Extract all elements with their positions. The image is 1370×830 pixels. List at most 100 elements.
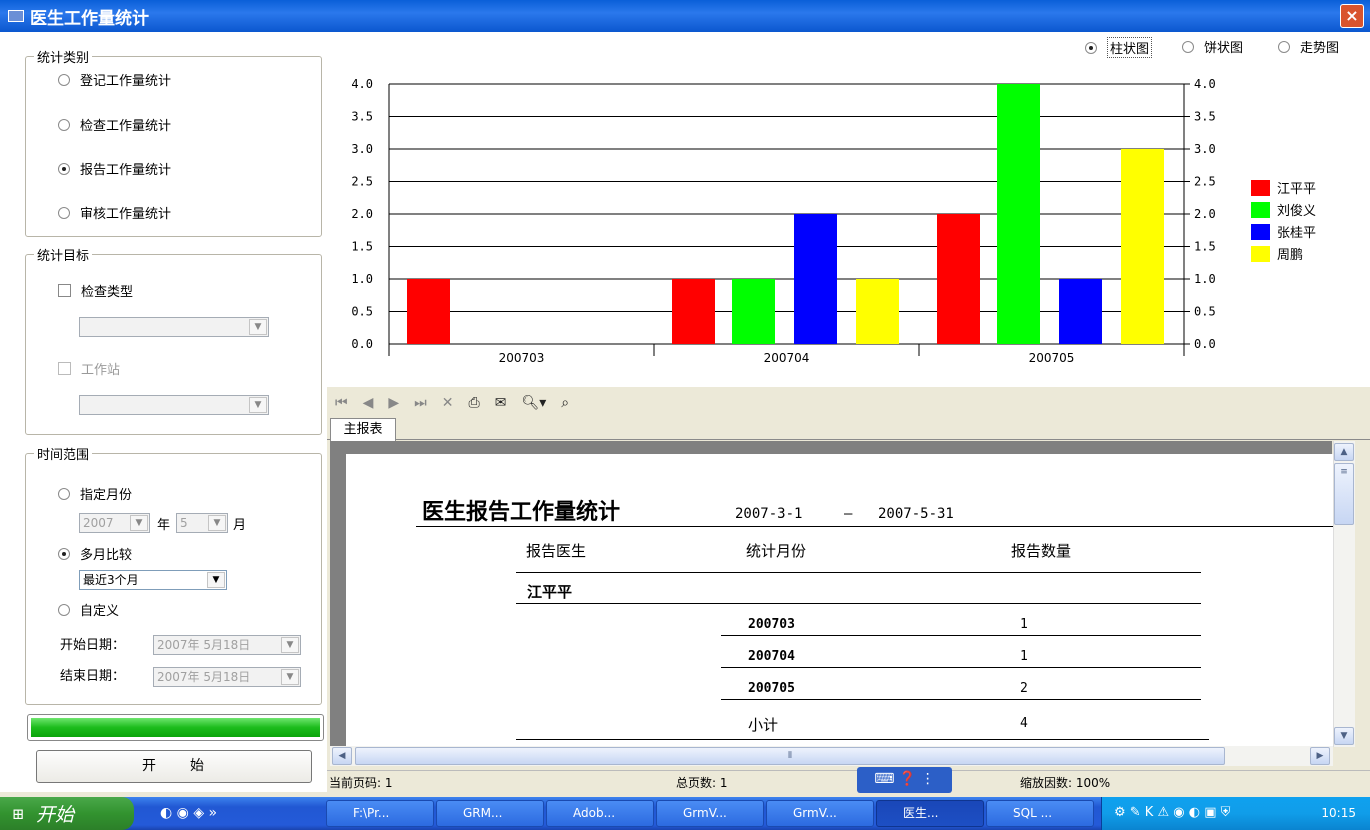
task-grmv-2[interactable]: GrmV... — [766, 800, 874, 827]
start-menu-button[interactable]: ⊞ 开始 — [0, 797, 134, 830]
scroll-thumb[interactable]: ≡ — [1334, 463, 1354, 525]
chevron-down-icon[interactable]: ▼ — [249, 319, 267, 335]
task-adobe[interactable]: Adob... — [546, 800, 654, 827]
print-icon[interactable]: ⎙ — [469, 395, 480, 411]
radio-selected-icon — [1085, 41, 1097, 54]
hscroll-thumb[interactable]: ⦀ — [355, 747, 1225, 765]
y-tick-label-right: 3.5 — [1194, 110, 1216, 124]
quick-launch-icons[interactable]: ◐ ◉ ◈ » — [160, 805, 217, 821]
end-date-value: 2007年 5月18日 — [157, 670, 251, 684]
exam-type-select[interactable]: ▼ — [79, 317, 269, 337]
last-page-icon[interactable]: ⏭ — [414, 395, 427, 411]
end-date-picker[interactable]: 2007年 5月18日 ▼ — [153, 667, 301, 687]
y-tick-label-right: 1.5 — [1194, 240, 1216, 254]
export-icon[interactable]: ✉ — [495, 395, 507, 411]
chevron-down-icon[interactable]: ▼ — [249, 397, 267, 413]
month-unit-label: 月 — [233, 518, 247, 533]
report-vertical-scrollbar[interactable]: ▲ ≡ ▼ — [1333, 441, 1355, 747]
report-tabstrip: 主报表 — [327, 416, 1370, 441]
scroll-down-icon[interactable]: ▼ — [1334, 727, 1354, 745]
workstation-label: 工作站 — [81, 363, 121, 378]
start-button[interactable]: 开 始 — [36, 750, 312, 783]
row-rule-1 — [721, 635, 1201, 636]
task-explorer[interactable]: F:\Pr... — [326, 800, 434, 827]
status-bar: 当前页码: 1 总页数: 1 ⌨ ❓ ⋮ 缩放因数: 100% — [327, 767, 1370, 793]
first-page-icon[interactable]: ⏮ — [335, 395, 348, 411]
time-range-legend: 时间范围 — [37, 448, 90, 463]
chart-type-bar-radio[interactable]: 柱状图 — [1085, 37, 1153, 58]
stat-type-audit-radio[interactable]: 审核工作量统计 — [58, 203, 171, 222]
scroll-right-icon[interactable]: ▶ — [1310, 747, 1330, 765]
multi-month-select[interactable]: 最近3个月 ▼ — [79, 570, 227, 590]
custom-range-radio[interactable]: 自定义 — [58, 600, 119, 619]
specific-month-label: 指定月份 — [80, 488, 133, 503]
report-title: 医生报告工作量统计 — [422, 499, 621, 525]
tray-icons[interactable]: ⚙ ✎ K ⚠ ◉ ◐ ▣ ⛨ — [1114, 805, 1230, 820]
progress-bar — [27, 714, 324, 741]
row-rule-2 — [721, 667, 1201, 668]
start-date-picker[interactable]: 2007年 5月18日 ▼ — [153, 635, 301, 655]
chevron-down-icon[interactable]: ▼ — [281, 669, 299, 685]
col-doctor-header: 报告医生 — [526, 542, 587, 560]
radio-icon — [58, 603, 70, 616]
y-tick-label-left: 0.5 — [351, 305, 373, 319]
chart-type-bar-label: 柱状图 — [1107, 37, 1153, 58]
month-value: 5 — [180, 516, 188, 530]
col-month-header: 统计月份 — [746, 542, 807, 560]
chevron-down-icon[interactable]: ▼ — [130, 515, 148, 531]
multi-month-radio[interactable]: 多月比较 — [58, 544, 132, 563]
radio-selected-icon — [58, 162, 70, 175]
chevron-down-icon[interactable]: ▼ — [208, 515, 226, 531]
task-sql[interactable]: SQL ... — [986, 800, 1094, 827]
stat-type-register-radio[interactable]: 登记工作量统计 — [58, 70, 171, 89]
language-bar[interactable]: ⌨ ❓ ⋮ — [857, 767, 952, 793]
next-page-icon[interactable]: ▶ — [388, 395, 399, 411]
stat-type-report-radio[interactable]: 报告工作量统计 — [58, 159, 171, 178]
close-button[interactable]: × — [1340, 4, 1364, 28]
window-titlebar: 医生工作量统计 × — [0, 0, 1370, 32]
task-grmv-1[interactable]: GrmV... — [656, 800, 764, 827]
legend-swatch — [1251, 202, 1270, 218]
legend-swatch — [1251, 246, 1270, 262]
month-select[interactable]: 5 ▼ — [176, 513, 228, 533]
tab-main-report[interactable]: 主报表 — [330, 418, 396, 441]
stat-type-exam-radio[interactable]: 检查工作量统计 — [58, 115, 171, 134]
task-grm-1[interactable]: GRM... — [436, 800, 544, 827]
checkbox-icon — [58, 362, 71, 375]
radio-icon — [58, 118, 70, 131]
year-select[interactable]: 2007 ▼ — [79, 513, 150, 533]
y-tick-label-right: 3.0 — [1194, 142, 1216, 156]
month-cell-2: 200704 — [748, 649, 795, 664]
checkbox-icon — [58, 284, 71, 297]
legend-swatch — [1251, 224, 1270, 240]
bar — [407, 279, 450, 344]
chart-type-pie-radio[interactable]: 饼状图 — [1182, 37, 1243, 56]
chart-type-trend-radio[interactable]: 走势图 — [1278, 37, 1339, 56]
chevron-down-icon[interactable]: ▼ — [207, 572, 225, 588]
exam-type-checkbox[interactable]: 检查类型 — [58, 281, 133, 300]
stat-target-legend: 统计目标 — [37, 249, 90, 264]
app-icon — [8, 10, 24, 22]
report-horizontal-scrollbar[interactable]: ◀ ⦀ ▶ — [330, 746, 1333, 766]
workstation-checkbox[interactable]: 工作站 — [58, 359, 120, 378]
report-viewport: 医生报告工作量统计 2007-3-1 — 2007-5-31 报告医生 统计月份… — [330, 441, 1336, 746]
scroll-left-icon[interactable]: ◀ — [332, 747, 352, 765]
scroll-up-icon[interactable]: ▲ — [1334, 443, 1354, 461]
prev-page-icon[interactable]: ◀ — [363, 395, 374, 411]
stat-type-register-label: 登记工作量统计 — [80, 74, 172, 89]
find-icon[interactable]: ⌕ — [561, 395, 569, 411]
task-doctor-stats[interactable]: 医生... — [876, 800, 984, 827]
y-tick-label-right: 0.5 — [1194, 305, 1216, 319]
workstation-select[interactable]: ▼ — [79, 395, 269, 415]
end-date-label: 结束日期： — [60, 669, 126, 684]
x-tick-label: 200705 — [1029, 351, 1075, 365]
multi-month-value: 最近3个月 — [83, 573, 139, 587]
doctor-rule — [516, 603, 1201, 604]
zoom-icon[interactable]: 🔍︎▾ — [521, 395, 546, 411]
close-report-icon[interactable]: ✕ — [442, 395, 454, 411]
specific-month-radio[interactable]: 指定月份 — [58, 484, 132, 503]
year-value: 2007 — [83, 516, 114, 530]
x-tick-label: 200704 — [764, 351, 810, 365]
chart-type-pie-label: 饼状图 — [1204, 41, 1244, 56]
chevron-down-icon[interactable]: ▼ — [281, 637, 299, 653]
